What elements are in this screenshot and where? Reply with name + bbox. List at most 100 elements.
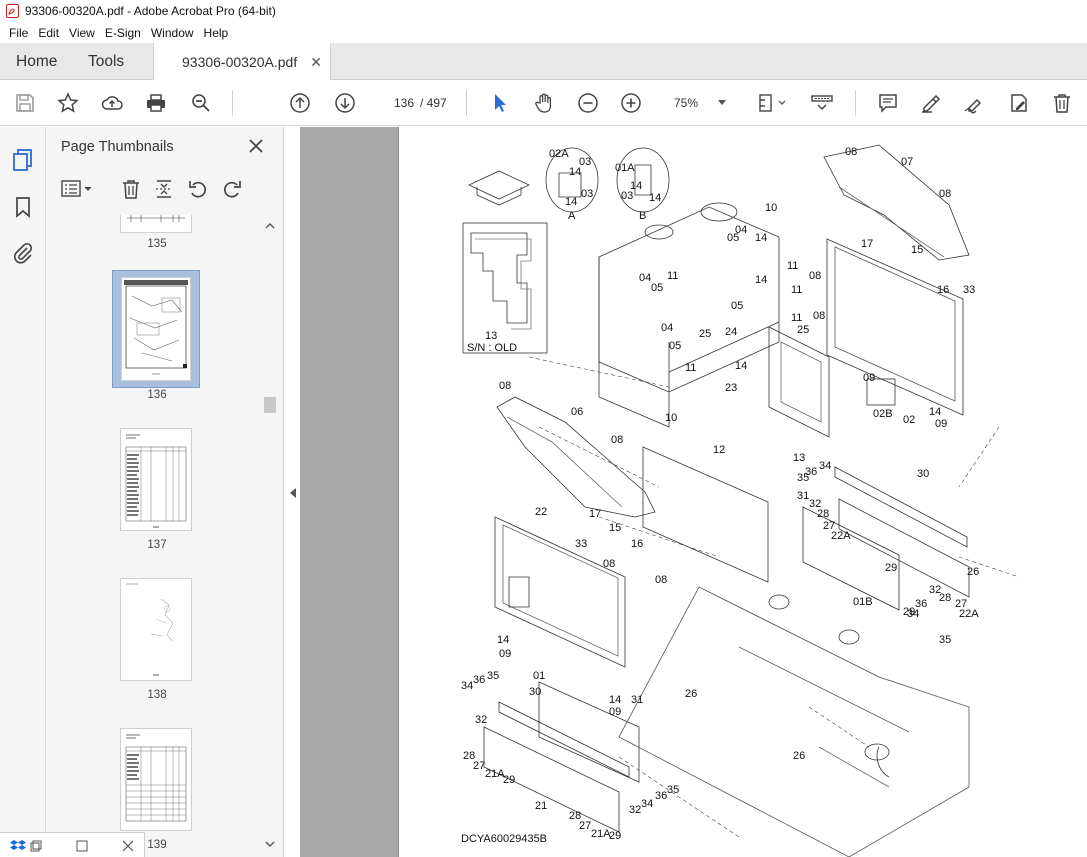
select-cursor-icon[interactable] <box>488 91 512 115</box>
document-code: DCYA60029435B <box>461 833 547 845</box>
thumbnail-label: 137 <box>147 539 167 551</box>
menu-window[interactable]: Window <box>146 26 199 40</box>
part-callout: 34 <box>461 680 473 692</box>
rotate-right-icon[interactable] <box>221 178 243 200</box>
hand-tool-icon[interactable] <box>532 91 556 115</box>
collapse-panel-icon[interactable] <box>286 485 300 501</box>
scroll-up-icon[interactable] <box>264 221 276 231</box>
inset-callout: A <box>568 210 576 222</box>
thumbnail-label: 135 <box>147 238 167 250</box>
part-callout: 27 <box>579 820 591 832</box>
zoom-dropdown[interactable]: 75% <box>662 91 734 115</box>
bookmark-icon[interactable] <box>11 195 35 219</box>
print-icon[interactable] <box>144 91 168 115</box>
menu-edit[interactable]: Edit <box>33 26 64 40</box>
maximize-icon[interactable] <box>76 840 88 852</box>
rotate-left-icon[interactable] <box>187 178 209 200</box>
part-callout: 09 <box>863 372 875 384</box>
part-callout: 09 <box>609 706 621 718</box>
inset-callout: B <box>639 210 646 222</box>
part-callout: 15 <box>609 522 621 534</box>
inset-label: 01A <box>615 162 635 174</box>
thumbnail-page[interactable] <box>120 428 192 531</box>
scroll-down-icon[interactable] <box>264 839 276 849</box>
restore-icon[interactable] <box>30 840 42 852</box>
acrobat-app-icon <box>6 4 19 18</box>
highlight-pen-icon[interactable] <box>919 91 943 115</box>
scroll-mode-icon[interactable] <box>808 91 836 115</box>
extract-pages-icon[interactable] <box>153 178 175 200</box>
part-callout: 04 <box>639 272 651 284</box>
part-callout: 29 <box>609 830 621 842</box>
page-thumbnails-icon[interactable] <box>11 148 35 172</box>
part-callout: 16 <box>937 284 949 296</box>
thumbnail-page[interactable] <box>120 215 192 233</box>
thumbnail-options-icon[interactable] <box>60 178 94 200</box>
scrollbar-thumb[interactable] <box>264 397 276 413</box>
edit-pdf-icon[interactable] <box>1007 91 1031 115</box>
part-callout: 29 <box>885 562 897 574</box>
part-callout: 25 <box>699 328 711 340</box>
delete-trash-icon[interactable] <box>1050 91 1074 115</box>
tab-document[interactable]: 93306-00320A.pdf ✕ <box>153 43 331 81</box>
attachment-icon[interactable] <box>11 241 35 265</box>
part-callout: 02B <box>873 408 893 420</box>
menu-file[interactable]: File <box>4 26 33 40</box>
part-callout: 33 <box>575 538 587 550</box>
menu-help[interactable]: Help <box>199 26 234 40</box>
sign-icon[interactable] <box>962 91 986 115</box>
part-callout: 30 <box>917 468 929 480</box>
main-toolbar: / 497 75% <box>0 80 1087 126</box>
chevron-down-icon <box>718 100 726 105</box>
part-callout: 05 <box>651 282 663 294</box>
part-callout: 16 <box>631 538 643 550</box>
part-callout: 11 <box>685 362 696 374</box>
close-icon[interactable] <box>247 137 265 155</box>
thumbnail-page[interactable] <box>120 728 192 831</box>
thumbnail-scrollbar[interactable] <box>262 219 276 857</box>
zoom-search-icon[interactable] <box>189 91 213 115</box>
zoom-out-icon[interactable] <box>576 91 600 115</box>
document-view[interactable]: 02A 03 14 14 03 A 01A 14 03 14 B 13 S/N … <box>300 127 1087 857</box>
previous-page-icon[interactable] <box>288 91 312 115</box>
tab-tools[interactable]: Tools <box>88 43 124 80</box>
part-callout: 35 <box>939 634 951 646</box>
bookmark-star-icon[interactable] <box>56 91 80 115</box>
part-callout: 26 <box>967 566 979 578</box>
part-callout: 34 <box>641 798 653 810</box>
part-callout: 34 <box>907 608 919 620</box>
close-window-icon[interactable] <box>122 840 134 852</box>
part-callout: 29 <box>503 774 515 786</box>
page-number-input[interactable] <box>378 91 414 115</box>
next-page-icon[interactable] <box>333 91 357 115</box>
tab-document-label: 93306-00320A.pdf <box>182 54 298 70</box>
thumbnail-list[interactable]: 135 136 137 138 139 <box>46 215 284 857</box>
part-callout: 02 <box>903 414 915 426</box>
thumbnail-page-selected[interactable] <box>121 277 191 381</box>
part-callout: 32 <box>475 714 487 726</box>
callout-group: 080708100504141117 1516 330814110805112524… <box>399 127 979 842</box>
close-tab-icon[interactable]: ✕ <box>310 54 322 71</box>
inset-note: S/N : OLD <box>467 342 517 354</box>
part-callout: 24 <box>725 326 737 338</box>
window-title: 93306-00320A.pdf - Adobe Acrobat Pro (64… <box>25 4 276 18</box>
fit-page-icon[interactable] <box>755 91 789 115</box>
part-callout: 15 <box>911 244 923 256</box>
menu-view[interactable]: View <box>64 26 100 40</box>
dropbox-icon[interactable] <box>10 839 26 853</box>
share-upload-icon[interactable] <box>100 91 124 115</box>
save-icon[interactable] <box>13 91 37 115</box>
thumbnail-page[interactable] <box>120 578 192 681</box>
part-callout: 32 <box>629 804 641 816</box>
delete-page-icon[interactable] <box>120 178 142 200</box>
part-callout: 14 <box>929 406 941 418</box>
part-callout: 26 <box>793 750 805 762</box>
zoom-in-icon[interactable] <box>619 91 643 115</box>
part-callout: 26 <box>685 688 697 700</box>
comment-icon[interactable] <box>876 91 900 115</box>
menu-esign[interactable]: E-Sign <box>100 26 146 40</box>
part-callout: 14 <box>497 634 509 646</box>
tab-home[interactable]: Home <box>16 43 57 80</box>
part-callout: 36 <box>655 790 667 802</box>
part-callout: 07 <box>901 156 913 168</box>
